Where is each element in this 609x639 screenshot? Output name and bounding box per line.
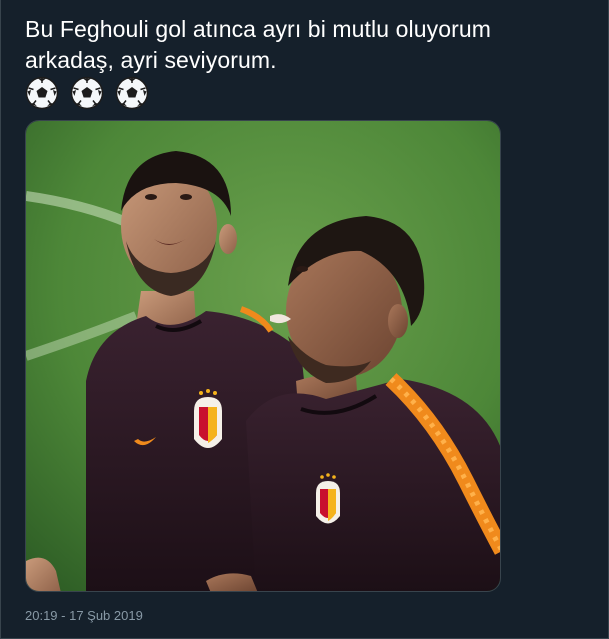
- emoji-row: [25, 76, 149, 110]
- soccer-ball-icon: [70, 76, 104, 110]
- tweet-photo[interactable]: [25, 120, 501, 592]
- tweet-card[interactable]: Bu Feghouli gol atınca ayrı bi mutlu olu…: [0, 0, 609, 639]
- photo-canvas: [26, 121, 500, 591]
- tweet-text-line-1: Bu Feghouli gol atınca ayrı bi mutlu olu…: [25, 16, 492, 42]
- soccer-ball-icon: [115, 76, 149, 110]
- tweet-timestamp[interactable]: 20:19 - 17 Şub 2019: [25, 608, 143, 623]
- tweet-text-line-2: arkadaş, ayri seviyorum.: [25, 47, 277, 73]
- soccer-ball-icon: [25, 76, 59, 110]
- tweet-text: Bu Feghouli gol atınca ayrı bi mutlu olu…: [25, 14, 595, 76]
